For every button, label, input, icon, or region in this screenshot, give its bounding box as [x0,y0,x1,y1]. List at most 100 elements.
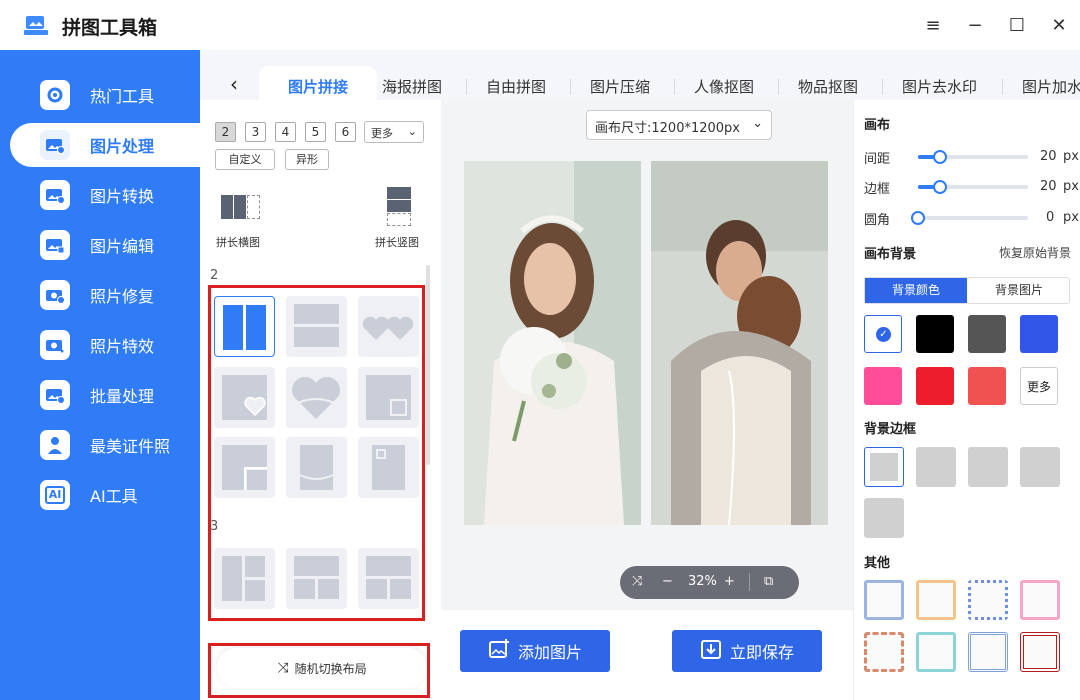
zoom-out-button[interactable]: − [662,574,673,589]
border-label: 边框 [864,182,891,197]
frame-wave[interactable] [1020,447,1060,487]
canvas-area: 画布尺寸:1200*1200px ⌄ ⤨ − 32% + ⧉ 添加图片 立即保存 [441,100,853,700]
fit-screen-icon[interactable]: ⧉ [764,574,773,589]
sidebar-item-label: AI工具 [90,487,138,506]
decor-frame-teal[interactable] [916,632,956,672]
bg-image-tab[interactable]: 背景图片 [968,278,1070,303]
sidebar-item-image-convert[interactable]: 图片转换 [10,173,200,217]
tab-separator [570,79,571,95]
bg-color-tab[interactable]: 背景颜色 [865,278,967,303]
add-image-button[interactable]: 添加图片 [460,630,610,672]
count-button-6[interactable]: 6 [335,122,356,142]
canvas-size-label: 画布尺寸:1200*1200px [595,121,740,136]
color-swatch-black[interactable] [916,315,954,353]
radius-slider[interactable] [911,211,1028,225]
radius-unit: px [1063,210,1079,225]
tab-add-watermark[interactable]: 图片加水 [1022,76,1080,97]
decor-frame-blue[interactable] [864,580,904,620]
collage-photo-right[interactable] [651,161,828,525]
color-swatch-blue[interactable] [1020,315,1058,353]
app-logo-icon [24,14,48,36]
long-horizontal-icon[interactable] [221,195,261,219]
sidebar-item-id-photo[interactable]: 最美证件照 [10,423,200,467]
border-value: 20 [1040,179,1057,194]
close-button[interactable]: ✕ [1048,14,1070,36]
color-swatch-red[interactable] [916,367,954,405]
decor-frame-dots[interactable] [968,580,1008,620]
color-swatch-gray[interactable] [968,315,1006,353]
radius-slider-row: 圆角 0 px [864,209,1079,229]
decor-frame-floral[interactable] [864,632,904,672]
count-button-5[interactable]: 5 [305,122,326,142]
chevron-down-icon: ⌄ [407,125,417,138]
more-count-select[interactable]: 更多 ⌄ [364,121,424,143]
frame-scallop[interactable] [864,498,904,538]
back-arrow-icon[interactable]: ‹ [218,68,250,100]
image-icon [40,130,70,160]
decor-frame-orange[interactable] [916,580,956,620]
other-title: 其他 [864,556,891,571]
canvas-size-select[interactable]: 画布尺寸:1200*1200px ⌄ [586,110,772,140]
long-vertical-label: 拼长竖图 [375,236,419,249]
tab-object-cutout[interactable]: 物品抠图 [798,76,858,97]
spacing-slider[interactable] [918,150,1028,164]
sidebar-item-photo-effects[interactable]: 照片特效 [10,323,200,367]
sidebar-item-image-edit[interactable]: 图片编辑 [10,223,200,267]
ai-icon: AI [40,480,70,510]
app-window: 拼图工具箱 ≡ − ☐ ✕ 热门工具 图片处理 图片转换 图片编辑 照片修复 照… [0,0,1080,700]
frame-zigzag[interactable] [968,447,1008,487]
zoom-in-button[interactable]: + [724,574,735,589]
sidebar-item-label: 照片修复 [90,287,155,306]
sidebar-item-photo-repair[interactable]: 照片修复 [10,273,200,317]
chevron-down-icon: ⌄ [752,116,763,131]
long-vertical-icon[interactable] [387,187,411,227]
decor-frame-red[interactable] [1020,632,1060,672]
sidebar-item-label: 图片转换 [90,187,155,206]
tab-portrait-cutout[interactable]: 人像抠图 [694,76,754,97]
frame-plain[interactable] [864,447,904,487]
count-button-4[interactable]: 4 [275,122,296,142]
count-button-3[interactable]: 3 [245,122,266,142]
title-bar: 拼图工具箱 ≡ − ☐ ✕ [0,0,1080,50]
tab-free-collage[interactable]: 自由拼图 [486,76,546,97]
more-colors-button[interactable]: 更多 [1020,367,1058,405]
image-convert-icon [40,180,70,210]
spacing-value: 20 [1040,149,1057,164]
tab-bar: ‹ 图片拼接 海报拼图 自由拼图 图片压缩 人像抠图 物品抠图 图片去水印 图片… [200,50,1080,100]
app-title: 拼图工具箱 [62,17,158,39]
camera-effect-icon [40,330,70,360]
settings-panel: 画布 间距 20 px 边框 20 px 圆角 0 px 画布背景 恢复原始背景… [853,100,1080,700]
tab-image-compress[interactable]: 图片压缩 [590,76,650,97]
border-slider[interactable] [918,180,1028,194]
sidebar-item-image-processing[interactable]: 图片处理 [10,123,200,167]
save-button[interactable]: 立即保存 [672,630,822,672]
color-swatch-white[interactable]: ✓ [864,315,902,353]
group-2-label: 2 [210,268,219,283]
minimize-button[interactable]: − [964,14,986,36]
menu-icon[interactable]: ≡ [922,14,944,36]
collage-photo-left[interactable] [464,161,641,525]
sidebar-item-label: 最美证件照 [90,437,171,456]
count-button-2[interactable]: 2 [215,122,236,142]
sidebar-item-label: 热门工具 [90,87,155,106]
special-shape-button[interactable]: 异形 [285,149,329,170]
reset-bg-link[interactable]: 恢复原始背景 [999,244,1071,261]
save-label: 立即保存 [729,643,794,662]
color-swatch-coral[interactable] [968,367,1006,405]
tab-remove-watermark[interactable]: 图片去水印 [902,76,977,97]
frame-stamp[interactable] [916,447,956,487]
tab-image-splice[interactable]: 图片拼接 [259,66,377,100]
decor-frame-double[interactable] [968,632,1008,672]
tab-poster-collage[interactable]: 海报拼图 [382,76,442,97]
highlight-box-layouts [208,285,425,621]
shuffle-icon[interactable]: ⤨ [632,574,642,589]
decor-frame-pink[interactable] [1020,580,1060,620]
tab-separator [778,79,779,95]
sidebar-item-ai-tools[interactable]: AI AI工具 [10,473,200,517]
sidebar-item-batch[interactable]: 批量处理 [10,373,200,417]
maximize-button[interactable]: ☐ [1006,14,1028,36]
scrollbar[interactable] [426,265,430,465]
color-swatch-pink[interactable] [864,367,902,405]
sidebar-item-hot-tools[interactable]: 热门工具 [10,73,200,117]
custom-button[interactable]: 自定义 [215,149,275,170]
